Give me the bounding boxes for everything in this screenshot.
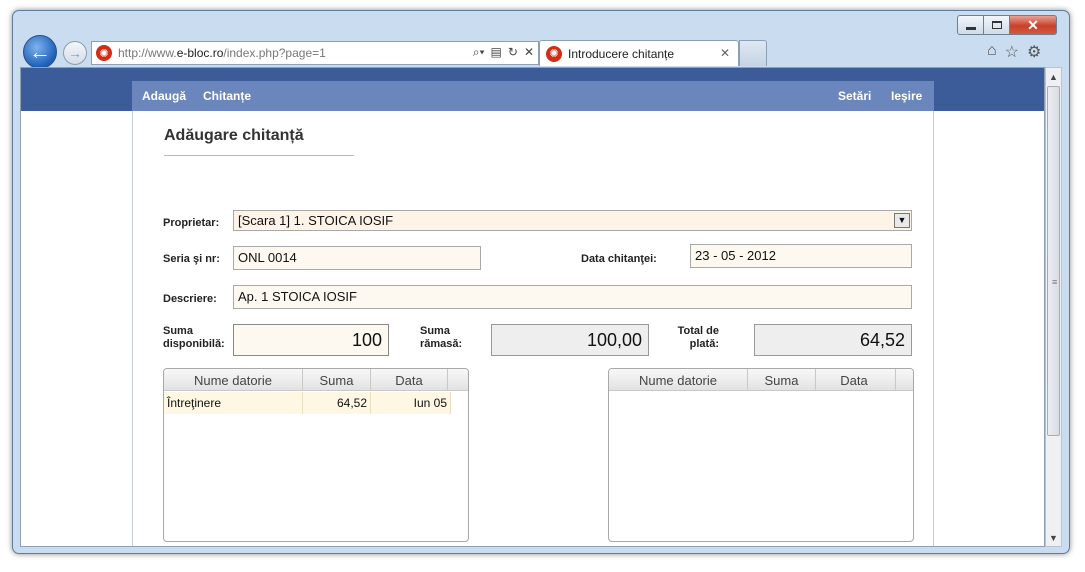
column-separator <box>895 369 896 391</box>
maximize-icon <box>991 21 1002 29</box>
menu-bar: Adaugă Chitanțe Setări Ieşire <box>132 81 934 111</box>
vertical-scrollbar[interactable]: ▲ ≡ ▼ <box>1045 67 1062 547</box>
cell-data: Iun 05 <box>371 392 451 414</box>
gear-icon[interactable]: ⚙ <box>1027 42 1041 62</box>
compat-view-icon[interactable]: ▤ <box>491 45 502 60</box>
suma-disponibila-label-line2: disponibilă: <box>163 338 225 350</box>
cell-nume: Întreţinere <box>164 392 303 414</box>
seria-input[interactable]: ONL 0014 <box>233 246 481 270</box>
grip-icon: ≡ <box>1052 277 1058 287</box>
address-bar[interactable]: ✺ http://www. e-bloc.ro/index.php?page=1 … <box>91 41 539 65</box>
form-page: Adăugare chitanță Proprietar: [Scara 1] … <box>132 111 934 546</box>
suma-disponibila-label-line1: Suma <box>163 325 193 337</box>
suma-disponibila-input[interactable]: 100 <box>233 324 389 356</box>
column-header-data[interactable]: Data <box>816 373 892 388</box>
total-de-plata-label-line2: plată: <box>689 338 719 350</box>
tab-introducere-chitante[interactable]: ✺ Introducere chitanțe ✕ <box>539 40 739 66</box>
proprietar-select[interactable]: [Scara 1] 1. STOICA IOSIF ▼ <box>233 210 912 231</box>
column-header-data[interactable]: Data <box>371 373 447 388</box>
column-header-nume[interactable]: Nume datorie <box>609 373 747 388</box>
total-de-plata-label-line1: Total de <box>677 325 719 337</box>
suma-ramasa-value: 100,00 <box>491 324 649 356</box>
forward-button[interactable]: → <box>63 41 87 65</box>
column-header-suma[interactable]: Suma <box>303 373 370 388</box>
menu-item-adauga[interactable]: Adaugă <box>142 89 186 103</box>
table-header: Nume datorie Suma Data <box>609 369 913 391</box>
suma-disponibila-label: Suma disponibilă: <box>163 325 225 351</box>
stop-icon[interactable]: ✕ <box>524 45 534 60</box>
table-header: Nume datorie Suma Data <box>164 369 468 391</box>
menu-item-setari[interactable]: Setări <box>838 89 871 103</box>
suma-ramasa-label: Suma rămasă: <box>420 325 462 351</box>
browser-tools: ⌂ ☆ ⚙ <box>987 42 1041 62</box>
browser-window: ✕ ← → ✺ http://www. e-bloc.ro/index.php?p… <box>12 10 1070 554</box>
datorii-table-right: Nume datorie Suma Data <box>608 368 914 542</box>
page-title: Adăugare chitanță <box>164 127 304 144</box>
url-host: e-bloc.ro <box>176 46 224 60</box>
home-icon[interactable]: ⌂ <box>987 42 997 62</box>
tab-favicon-icon: ✺ <box>546 45 562 62</box>
data-chitantei-input[interactable]: 23 - 05 - 2012 <box>690 244 912 268</box>
menu-item-iesire[interactable]: Ieşire <box>891 89 922 103</box>
column-header-suma[interactable]: Suma <box>748 373 815 388</box>
close-window-button[interactable]: ✕ <box>1010 15 1057 35</box>
minimize-icon <box>965 26 976 30</box>
column-separator <box>447 369 448 391</box>
chevron-down-icon[interactable]: ▼ <box>894 213 910 228</box>
tab-title: Introducere chitanțe <box>568 46 675 61</box>
scroll-up-icon[interactable]: ▲ <box>1046 68 1061 85</box>
data-chitantei-label: Data chitanţei: <box>581 253 657 265</box>
total-de-plata-value: 64,52 <box>754 324 912 356</box>
forward-arrow-icon: → <box>68 45 82 61</box>
back-button[interactable]: ← <box>23 35 57 69</box>
refresh-icon[interactable]: ↻ <box>508 45 518 60</box>
minimize-button[interactable] <box>957 15 984 35</box>
title-divider <box>164 155 354 156</box>
address-tools: ⌕▾ ▤ ↻ ✕ <box>473 45 534 60</box>
back-arrow-icon: ← <box>29 39 51 64</box>
menu-item-chitante[interactable]: Chitanțe <box>203 89 251 103</box>
search-icon[interactable]: ⌕▾ <box>473 45 485 60</box>
tab-close-icon[interactable]: ✕ <box>720 46 730 60</box>
descriere-input[interactable]: Ap. 1 STOICA IOSIF <box>233 285 912 309</box>
page-viewport: Adaugă Chitanțe Setări Ieşire Adăugare c… <box>20 67 1045 547</box>
maximize-button[interactable] <box>984 15 1010 35</box>
scroll-down-icon[interactable]: ▼ <box>1046 529 1061 546</box>
descriere-label: Descriere: <box>163 293 217 305</box>
site-favicon-icon: ✺ <box>96 45 112 61</box>
url-prefix: http://www. <box>118 46 177 60</box>
url-path: /index.php?page=1 <box>223 46 326 60</box>
suma-ramasa-label-line2: rămasă: <box>420 338 463 350</box>
suma-ramasa-label-line1: Suma <box>420 325 450 337</box>
scroll-thumb[interactable]: ≡ <box>1047 86 1060 436</box>
seria-label: Seria şi nr: <box>163 253 220 265</box>
favorites-star-icon[interactable]: ☆ <box>1005 42 1019 62</box>
cell-suma: 64,52 <box>303 392 371 414</box>
proprietar-label: Proprietar: <box>163 217 220 229</box>
datorii-table-left: Nume datorie Suma Data Întreţinere 64,52… <box>163 368 469 542</box>
new-tab-button[interactable] <box>739 40 767 66</box>
proprietar-value: [Scara 1] 1. STOICA IOSIF <box>238 213 394 228</box>
column-header-nume[interactable]: Nume datorie <box>164 373 302 388</box>
total-de-plata-label: Total de plată: <box>673 325 719 351</box>
